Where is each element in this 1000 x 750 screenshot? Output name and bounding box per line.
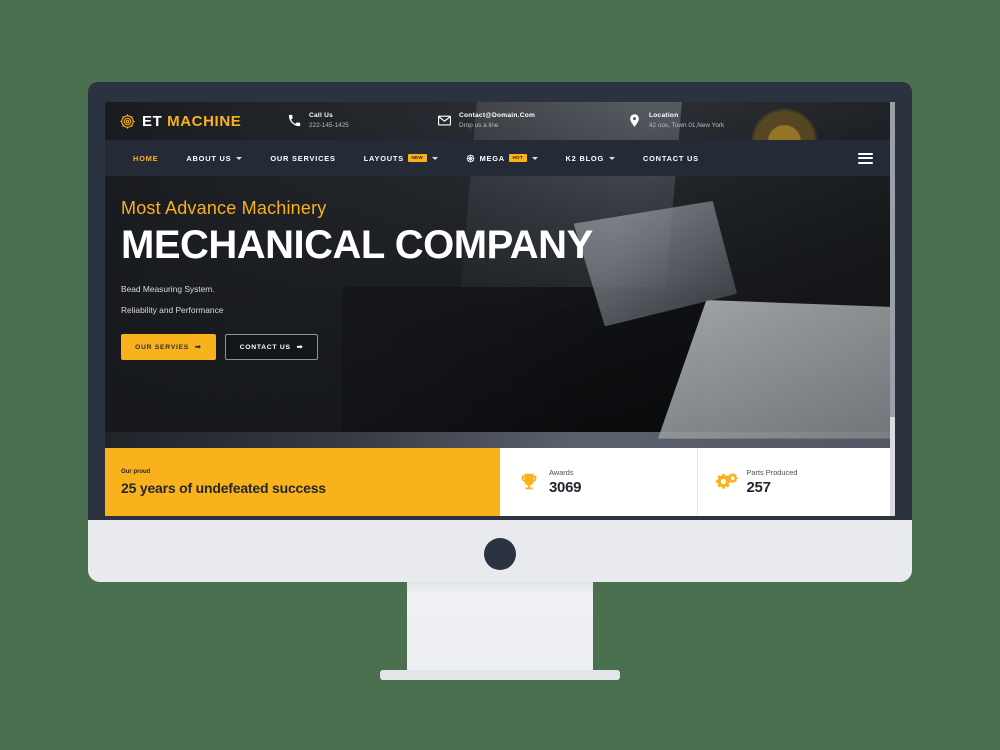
nav-item-our-services[interactable]: OUR SERVICES [256, 140, 349, 176]
contact-phone-number: 222-145-1425 [309, 121, 349, 129]
contact-location-address: 42 oos, Town 01,New York [649, 121, 725, 129]
map-pin-icon [630, 114, 639, 128]
site-logo[interactable]: ET MACHINE [119, 113, 271, 130]
contact-location-title: Location [649, 112, 679, 120]
stat-parts-produced: Parts Produced 257 [697, 448, 895, 516]
nav-item-home-label: HOME [133, 153, 159, 163]
stat-awards: Awards 3069 [500, 448, 698, 516]
hero-cta-group: OUR SERVIES ➡ CONTACT US ➡ [121, 334, 593, 361]
hero-subtitle-line-1: Bead Measuring System. [121, 284, 215, 295]
stat-parts-label: Parts Produced [746, 468, 798, 477]
hero-subtitle-line-2: Reliability and Performance [121, 305, 224, 316]
logo-wordmark: ET MACHINE [142, 113, 241, 130]
nav-item-about-us[interactable]: ABOUT US [172, 140, 256, 176]
chevron-down-icon [431, 156, 438, 160]
chevron-down-icon [236, 156, 243, 160]
monitor-chin [88, 520, 912, 582]
contact-phone-title: Call Us [309, 112, 334, 120]
monitor-screen: ET MACHINE Call Us 222-145-1425 Contact@… [105, 102, 895, 516]
contact-email-sub: Drop us a line [459, 121, 499, 129]
monitor-stand-neck [407, 582, 593, 674]
main-navigation: HOME ABOUT US OUR SERVICES LAYOUTS NEW M… [105, 140, 895, 176]
nav-item-mega-label: MEGA [479, 153, 505, 163]
proud-headline: 25 years of undefeated success [121, 479, 326, 496]
nav-item-contact-us-label: CONTACT US [643, 153, 699, 163]
monitor-bezel: ET MACHINE Call Us 222-145-1425 Contact@… [88, 82, 912, 532]
nav-item-mega[interactable]: MEGA HOT [452, 140, 552, 176]
our-services-button-label: OUR SERVIES [135, 343, 190, 351]
nav-item-contact-us[interactable]: CONTACT US [629, 140, 713, 176]
contact-location[interactable]: Location 42 oos, Town 01,New York [627, 112, 807, 129]
stat-awards-label: Awards [549, 468, 574, 477]
logo-text-primary: ET [142, 112, 163, 130]
logo-text-accent: MACHINE [167, 112, 242, 130]
hero-pretitle: Most Advance Machinery [121, 198, 327, 218]
monitor-stand-base [380, 670, 620, 680]
stat-awards-value: 3069 [549, 479, 582, 496]
proud-eyebrow: Our proud [121, 468, 151, 475]
gears-icon [715, 473, 738, 489]
phone-icon [288, 115, 301, 127]
nav-item-k2-blog[interactable]: K2 BLOG [552, 140, 629, 176]
mega-menu-icon [466, 154, 474, 162]
stat-parts-value: 257 [746, 479, 771, 496]
arrow-right-icon: ➡ [296, 344, 304, 352]
chevron-down-icon [531, 156, 538, 160]
trophy-icon [521, 473, 537, 490]
website-viewport: ET MACHINE Call Us 222-145-1425 Contact@… [105, 102, 895, 516]
envelope-icon [438, 116, 451, 126]
nav-item-k2-blog-label: K2 BLOG [565, 153, 604, 163]
nav-item-about-us-label: ABOUT US [186, 153, 232, 163]
page-scrollbar-thumb[interactable] [890, 102, 895, 417]
nav-badge-hot: HOT [508, 153, 527, 163]
hero-content: Most Advance Machinery MECHANICAL COMPAN… [105, 198, 593, 361]
top-contact-bar: ET MACHINE Call Us 222-145-1425 Contact@… [105, 102, 895, 140]
our-services-button[interactable]: OUR SERVIES ➡ [121, 334, 216, 361]
nav-item-layouts[interactable]: LAYOUTS NEW [350, 140, 452, 176]
gear-logo-icon [120, 113, 135, 129]
nav-item-home[interactable]: HOME [121, 140, 172, 176]
hamburger-icon[interactable] [858, 152, 873, 164]
stats-band: Our proud 25 years of undefeated success… [105, 448, 895, 516]
monitor-home-button[interactable] [484, 538, 516, 570]
contact-phone[interactable]: Call Us 222-145-1425 [287, 112, 437, 129]
proud-panel: Our proud 25 years of undefeated success [105, 448, 500, 516]
nav-item-layouts-label: LAYOUTS [363, 153, 404, 163]
nav-badge-new: NEW [407, 153, 427, 163]
contact-us-button[interactable]: CONTACT US ➡ [224, 334, 319, 361]
page-scrollbar-track[interactable] [890, 102, 895, 516]
hero-title: MECHANICAL COMPANY [121, 223, 593, 267]
contact-email-address: Contact@Domain.Com [459, 112, 536, 120]
contact-us-button-label: CONTACT US [239, 343, 291, 351]
arrow-right-icon: ➡ [195, 344, 202, 352]
chevron-down-icon [609, 156, 615, 160]
contact-email[interactable]: Contact@Domain.Com Drop us a line [437, 112, 627, 129]
nav-item-our-services-label: OUR SERVICES [270, 153, 336, 163]
